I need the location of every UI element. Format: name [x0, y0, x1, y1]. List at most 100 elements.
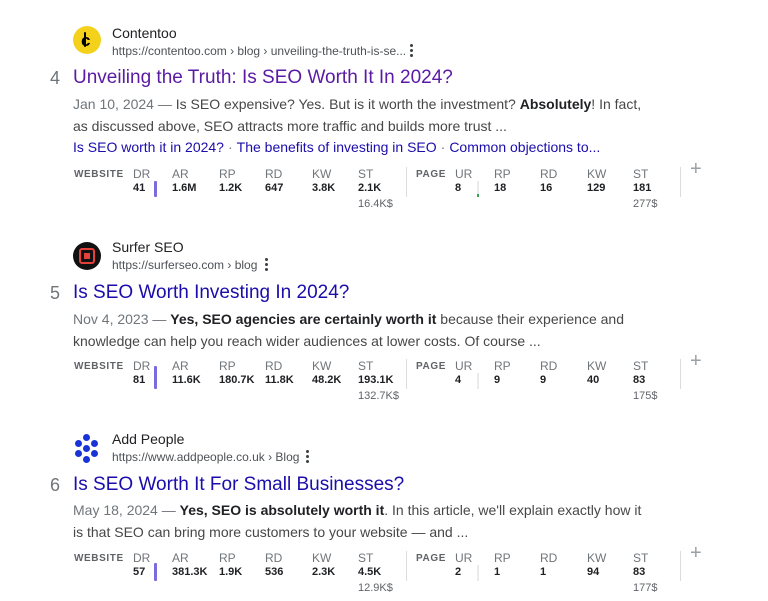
more-options-icon[interactable]	[410, 44, 414, 58]
metric-st: 193.1K	[358, 374, 394, 386]
metric-header-rd: RD	[540, 359, 558, 373]
metric-header-rd: RD	[540, 551, 558, 565]
metric-st: 2.1K	[358, 182, 382, 194]
metric-rp: 18	[494, 182, 507, 194]
sitelink[interactable]: Common objections to...	[449, 139, 600, 155]
metric-header-ar: AR	[172, 167, 189, 181]
metric-rp: 1	[494, 566, 501, 578]
divider	[680, 359, 681, 389]
metric-header-rp: RP	[219, 167, 236, 181]
metric-ur: 2	[455, 566, 462, 578]
metric-kw: 94	[587, 566, 600, 578]
sitelink[interactable]: The benefits of investing in SEO	[237, 139, 437, 155]
metric-ur: 8	[455, 182, 462, 194]
divider	[406, 551, 407, 581]
page-label: PAGE	[416, 553, 446, 564]
snippet-bold: Absolutely	[519, 96, 592, 112]
more-options-icon[interactable]	[265, 258, 269, 272]
website-label: WEBSITE	[74, 553, 124, 564]
snippet-date: Nov 4, 2023 —	[73, 311, 171, 327]
site-name[interactable]: Add People	[112, 431, 184, 447]
seo-metrics-bar: WEBSITE DR 41 AR 1.6M RP 1.2K RD 647 KW …	[0, 159, 768, 215]
result-url[interactable]: https://surferseo.com › blog	[112, 258, 257, 272]
metric-kw: 2.3K	[312, 566, 336, 578]
metric-rd: 536	[265, 566, 284, 578]
surfer-seo-favicon-icon	[73, 242, 101, 270]
metric-dr: 57	[133, 566, 146, 578]
metric-header-kw: KW	[312, 551, 332, 565]
more-options-icon[interactable]	[306, 450, 310, 464]
metric-header-kw: KW	[587, 167, 607, 181]
divider	[680, 167, 681, 197]
metric-rp: 9	[494, 374, 501, 386]
metric-st-value: 132.7K$	[358, 390, 399, 402]
site-name[interactable]: Contentoo	[112, 25, 177, 41]
divider	[406, 359, 407, 389]
metric-rd: 11.8K	[265, 374, 294, 386]
ur-bar	[477, 181, 479, 197]
result-snippet: Nov 4, 2023 — Yes, SEO agencies are cert…	[73, 308, 653, 352]
add-icon[interactable]: +	[690, 543, 702, 563]
snippet-text: Is SEO expensive? Yes. But is it worth t…	[175, 96, 520, 112]
metric-header-dr: DR	[133, 359, 151, 373]
page-label: PAGE	[416, 169, 446, 180]
metric-dr: 41	[133, 182, 146, 194]
result-url[interactable]: https://contentoo.com › blog › unveiling…	[112, 44, 406, 58]
metric-dr: 81	[133, 374, 146, 386]
metric-header-rp: RP	[219, 359, 236, 373]
metric-st-value: 177$	[633, 582, 658, 594]
metric-kw: 40	[587, 374, 600, 386]
snippet-bold: Yes, SEO agencies are certainly worth it	[170, 311, 437, 327]
snippet-date: May 18, 2024 —	[73, 502, 180, 518]
metric-kw: 3.8K	[312, 182, 336, 194]
metric-st-value: 16.4K$	[358, 198, 393, 210]
metric-header-st: ST	[633, 167, 649, 181]
dr-bar	[154, 366, 157, 389]
metric-header-kw: KW	[312, 167, 332, 181]
add-icon[interactable]: +	[690, 159, 702, 179]
divider	[406, 167, 407, 197]
metric-header-rp: RP	[494, 359, 511, 373]
metric-header-kw: KW	[312, 359, 332, 373]
page-label: PAGE	[416, 361, 446, 372]
metric-ar: 11.6K	[172, 374, 201, 386]
metric-ar: 381.3K	[172, 566, 208, 578]
metric-rd: 1	[540, 566, 547, 578]
result-title[interactable]: Is SEO Worth It For Small Businesses?	[73, 474, 404, 496]
metric-rp: 1.9K	[219, 566, 243, 578]
website-label: WEBSITE	[74, 361, 124, 372]
metric-st-value: 12.9K$	[358, 582, 393, 594]
metric-header-rp: RP	[494, 551, 511, 565]
ur-bar	[477, 565, 479, 581]
metric-header-st: ST	[358, 167, 374, 181]
sitelinks: Is SEO worth it in 2024? · The benefits of…	[73, 139, 600, 155]
snippet-bold: Yes, SEO is absolutely worth it	[179, 502, 385, 518]
result-title[interactable]: Unveiling the Truth: Is SEO Worth It In …	[73, 67, 453, 89]
sitelink-separator: ·	[227, 139, 233, 155]
sitelink[interactable]: Is SEO worth it in 2024?	[73, 139, 224, 155]
metric-header-ur: UR	[455, 359, 473, 373]
add-icon[interactable]: +	[690, 351, 702, 371]
metric-header-st: ST	[358, 359, 374, 373]
metric-st-value: 175$	[633, 390, 658, 402]
metric-header-kw: KW	[587, 359, 607, 373]
metric-st: 83	[633, 566, 646, 578]
metric-rp: 180.7K	[219, 374, 255, 386]
site-name[interactable]: Surfer SEO	[112, 239, 184, 255]
dr-bar	[154, 181, 157, 197]
metric-st: 83	[633, 374, 646, 386]
dr-bar	[154, 563, 157, 581]
metric-header-st: ST	[358, 551, 374, 565]
seo-metrics-bar: WEBSITE DR 81 AR 11.6K RP 180.7K RD 11.8…	[0, 351, 768, 407]
metric-header-dr: DR	[133, 551, 151, 565]
metric-header-rd: RD	[540, 167, 558, 181]
divider	[680, 551, 681, 581]
sitelink-separator: ·	[440, 139, 446, 155]
metric-rd: 647	[265, 182, 284, 194]
result-number: 5	[50, 283, 61, 303]
result-title[interactable]: Is SEO Worth Investing In 2024?	[73, 282, 349, 304]
metric-header-st: ST	[633, 551, 649, 565]
metric-rp: 1.2K	[219, 182, 243, 194]
result-snippet: Jan 10, 2024 — Is SEO expensive? Yes. Bu…	[73, 93, 653, 137]
result-url[interactable]: https://www.addpeople.co.uk › Blog	[112, 450, 299, 464]
